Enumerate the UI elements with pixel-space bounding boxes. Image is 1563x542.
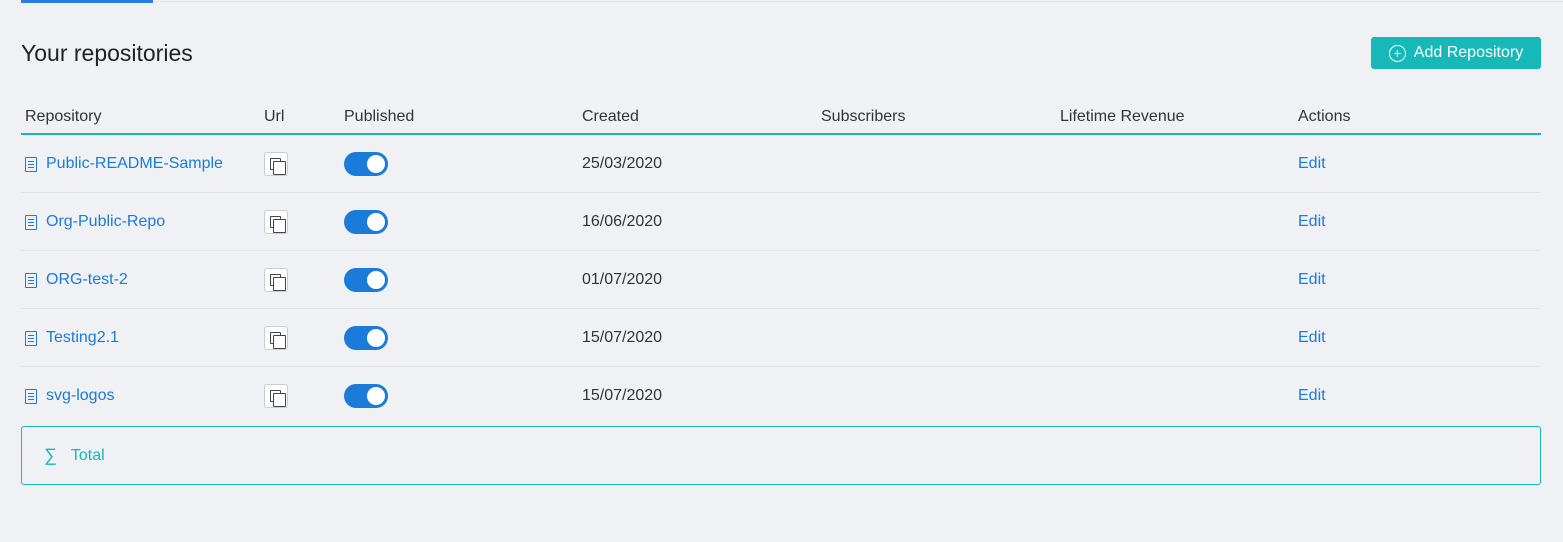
page-title: Your repositories [21, 40, 193, 66]
created-date: 16/06/2020 [582, 213, 663, 230]
repository-link[interactable]: ORG-test-2 [25, 271, 128, 289]
active-tab-indicator [21, 0, 153, 3]
copy-url-button[interactable] [264, 268, 288, 292]
add-repository-button[interactable]: + Add Repository [1371, 37, 1541, 69]
toggle-knob [367, 329, 385, 347]
table-row: Public-README-Sample 25/03/2020 Edit [21, 135, 1541, 193]
toggle-knob [367, 155, 385, 173]
copy-icon [270, 274, 286, 291]
repository-link[interactable]: svg-logos [25, 387, 114, 405]
header-actions: Actions [1298, 108, 1351, 125]
total-row: ∑ Total [21, 426, 1541, 485]
header-published: Published [344, 108, 415, 125]
copy-url-button[interactable] [264, 384, 288, 408]
total-label: Total [70, 446, 105, 464]
repository-icon [25, 272, 37, 288]
edit-link[interactable]: Edit [1298, 387, 1326, 405]
repository-icon [25, 388, 37, 404]
repository-link[interactable]: Testing2.1 [25, 329, 119, 347]
copy-url-button[interactable] [264, 152, 288, 176]
add-repository-label: Add Repository [1413, 44, 1524, 61]
table-row: Org-Public-Repo 16/06/2020 Edit [21, 193, 1541, 251]
repository-icon [25, 330, 37, 346]
table-row: Testing2.1 15/07/2020 Edit [21, 309, 1541, 367]
created-date: 01/07/2020 [582, 271, 663, 288]
edit-link[interactable]: Edit [1298, 155, 1326, 173]
table-row: svg-logos 15/07/2020 Edit [21, 367, 1541, 425]
edit-link[interactable]: Edit [1298, 329, 1326, 347]
repository-icon [25, 156, 37, 172]
published-toggle[interactable] [344, 384, 388, 408]
edit-link[interactable]: Edit [1298, 213, 1326, 231]
created-date: 25/03/2020 [582, 155, 663, 172]
header-created: Created [582, 108, 639, 125]
plus-circle-icon: + [1388, 44, 1406, 62]
toggle-knob [367, 271, 385, 289]
copy-url-button[interactable] [264, 326, 288, 350]
repository-name: ORG-test-2 [46, 271, 128, 288]
header-url: Url [264, 108, 285, 125]
copy-icon [270, 216, 286, 233]
toggle-knob [367, 387, 385, 405]
repository-name: Testing2.1 [46, 329, 119, 346]
header-subscribers: Subscribers [821, 108, 906, 125]
created-date: 15/07/2020 [582, 387, 663, 404]
published-toggle[interactable] [344, 268, 388, 292]
repository-name: Public-README-Sample [46, 155, 223, 172]
sigma-icon: ∑ [44, 445, 57, 465]
edit-link[interactable]: Edit [1298, 271, 1326, 289]
repository-icon [25, 214, 37, 230]
table-body: Public-README-Sample 25/03/2020 Edit Org… [21, 135, 1541, 425]
copy-icon [270, 390, 286, 407]
header-lifetime-revenue: Lifetime Revenue [1060, 108, 1185, 125]
published-toggle[interactable] [344, 210, 388, 234]
copy-icon [270, 158, 286, 175]
table-header: Repository Url Published Created Subscri… [21, 100, 1541, 135]
copy-url-button[interactable] [264, 210, 288, 234]
created-date: 15/07/2020 [582, 329, 663, 346]
header-repository: Repository [25, 108, 102, 125]
toggle-knob [367, 213, 385, 231]
copy-icon [270, 332, 286, 349]
repository-name: svg-logos [46, 387, 115, 404]
repository-name: Org-Public-Repo [46, 213, 166, 230]
published-toggle[interactable] [344, 152, 388, 176]
published-toggle[interactable] [344, 326, 388, 350]
repositories-table: Repository Url Published Created Subscri… [21, 100, 1541, 425]
repository-link[interactable]: Public-README-Sample [25, 155, 223, 173]
tab-divider [153, 1, 1563, 2]
table-row: ORG-test-2 01/07/2020 Edit [21, 251, 1541, 309]
repository-link[interactable]: Org-Public-Repo [25, 213, 165, 231]
